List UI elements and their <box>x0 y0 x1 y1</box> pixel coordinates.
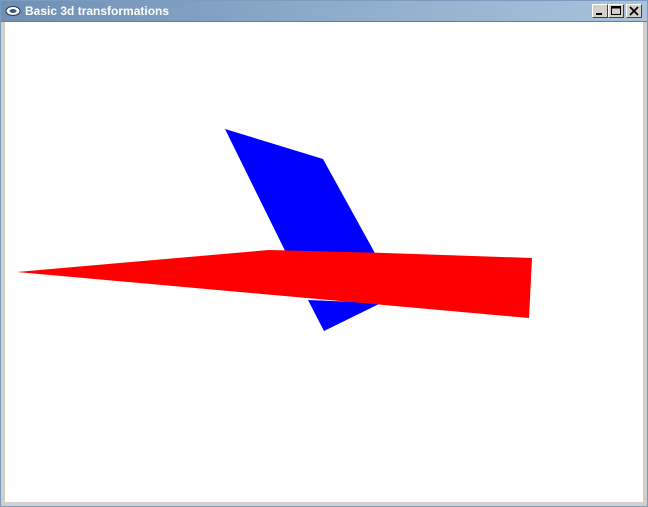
blue-quad-lower <box>308 300 381 331</box>
window-title: Basic 3d transformations <box>25 4 170 18</box>
window-app-icon[interactable] <box>5 5 21 17</box>
app-window: Basic 3d transformations <box>0 0 648 507</box>
render-viewport[interactable] <box>5 22 643 502</box>
maximize-button[interactable] <box>608 4 624 18</box>
title-bar[interactable]: Basic 3d transformations <box>1 1 647 22</box>
window-frame-bottom <box>1 502 647 506</box>
maximize-icon <box>611 6 621 15</box>
close-button[interactable] <box>626 4 642 18</box>
close-icon <box>629 6 639 16</box>
window-frame-right <box>643 22 647 502</box>
minimize-icon <box>596 13 602 15</box>
red-quad <box>17 250 532 318</box>
3d-scene <box>17 129 532 331</box>
minimize-button[interactable] <box>592 4 608 18</box>
